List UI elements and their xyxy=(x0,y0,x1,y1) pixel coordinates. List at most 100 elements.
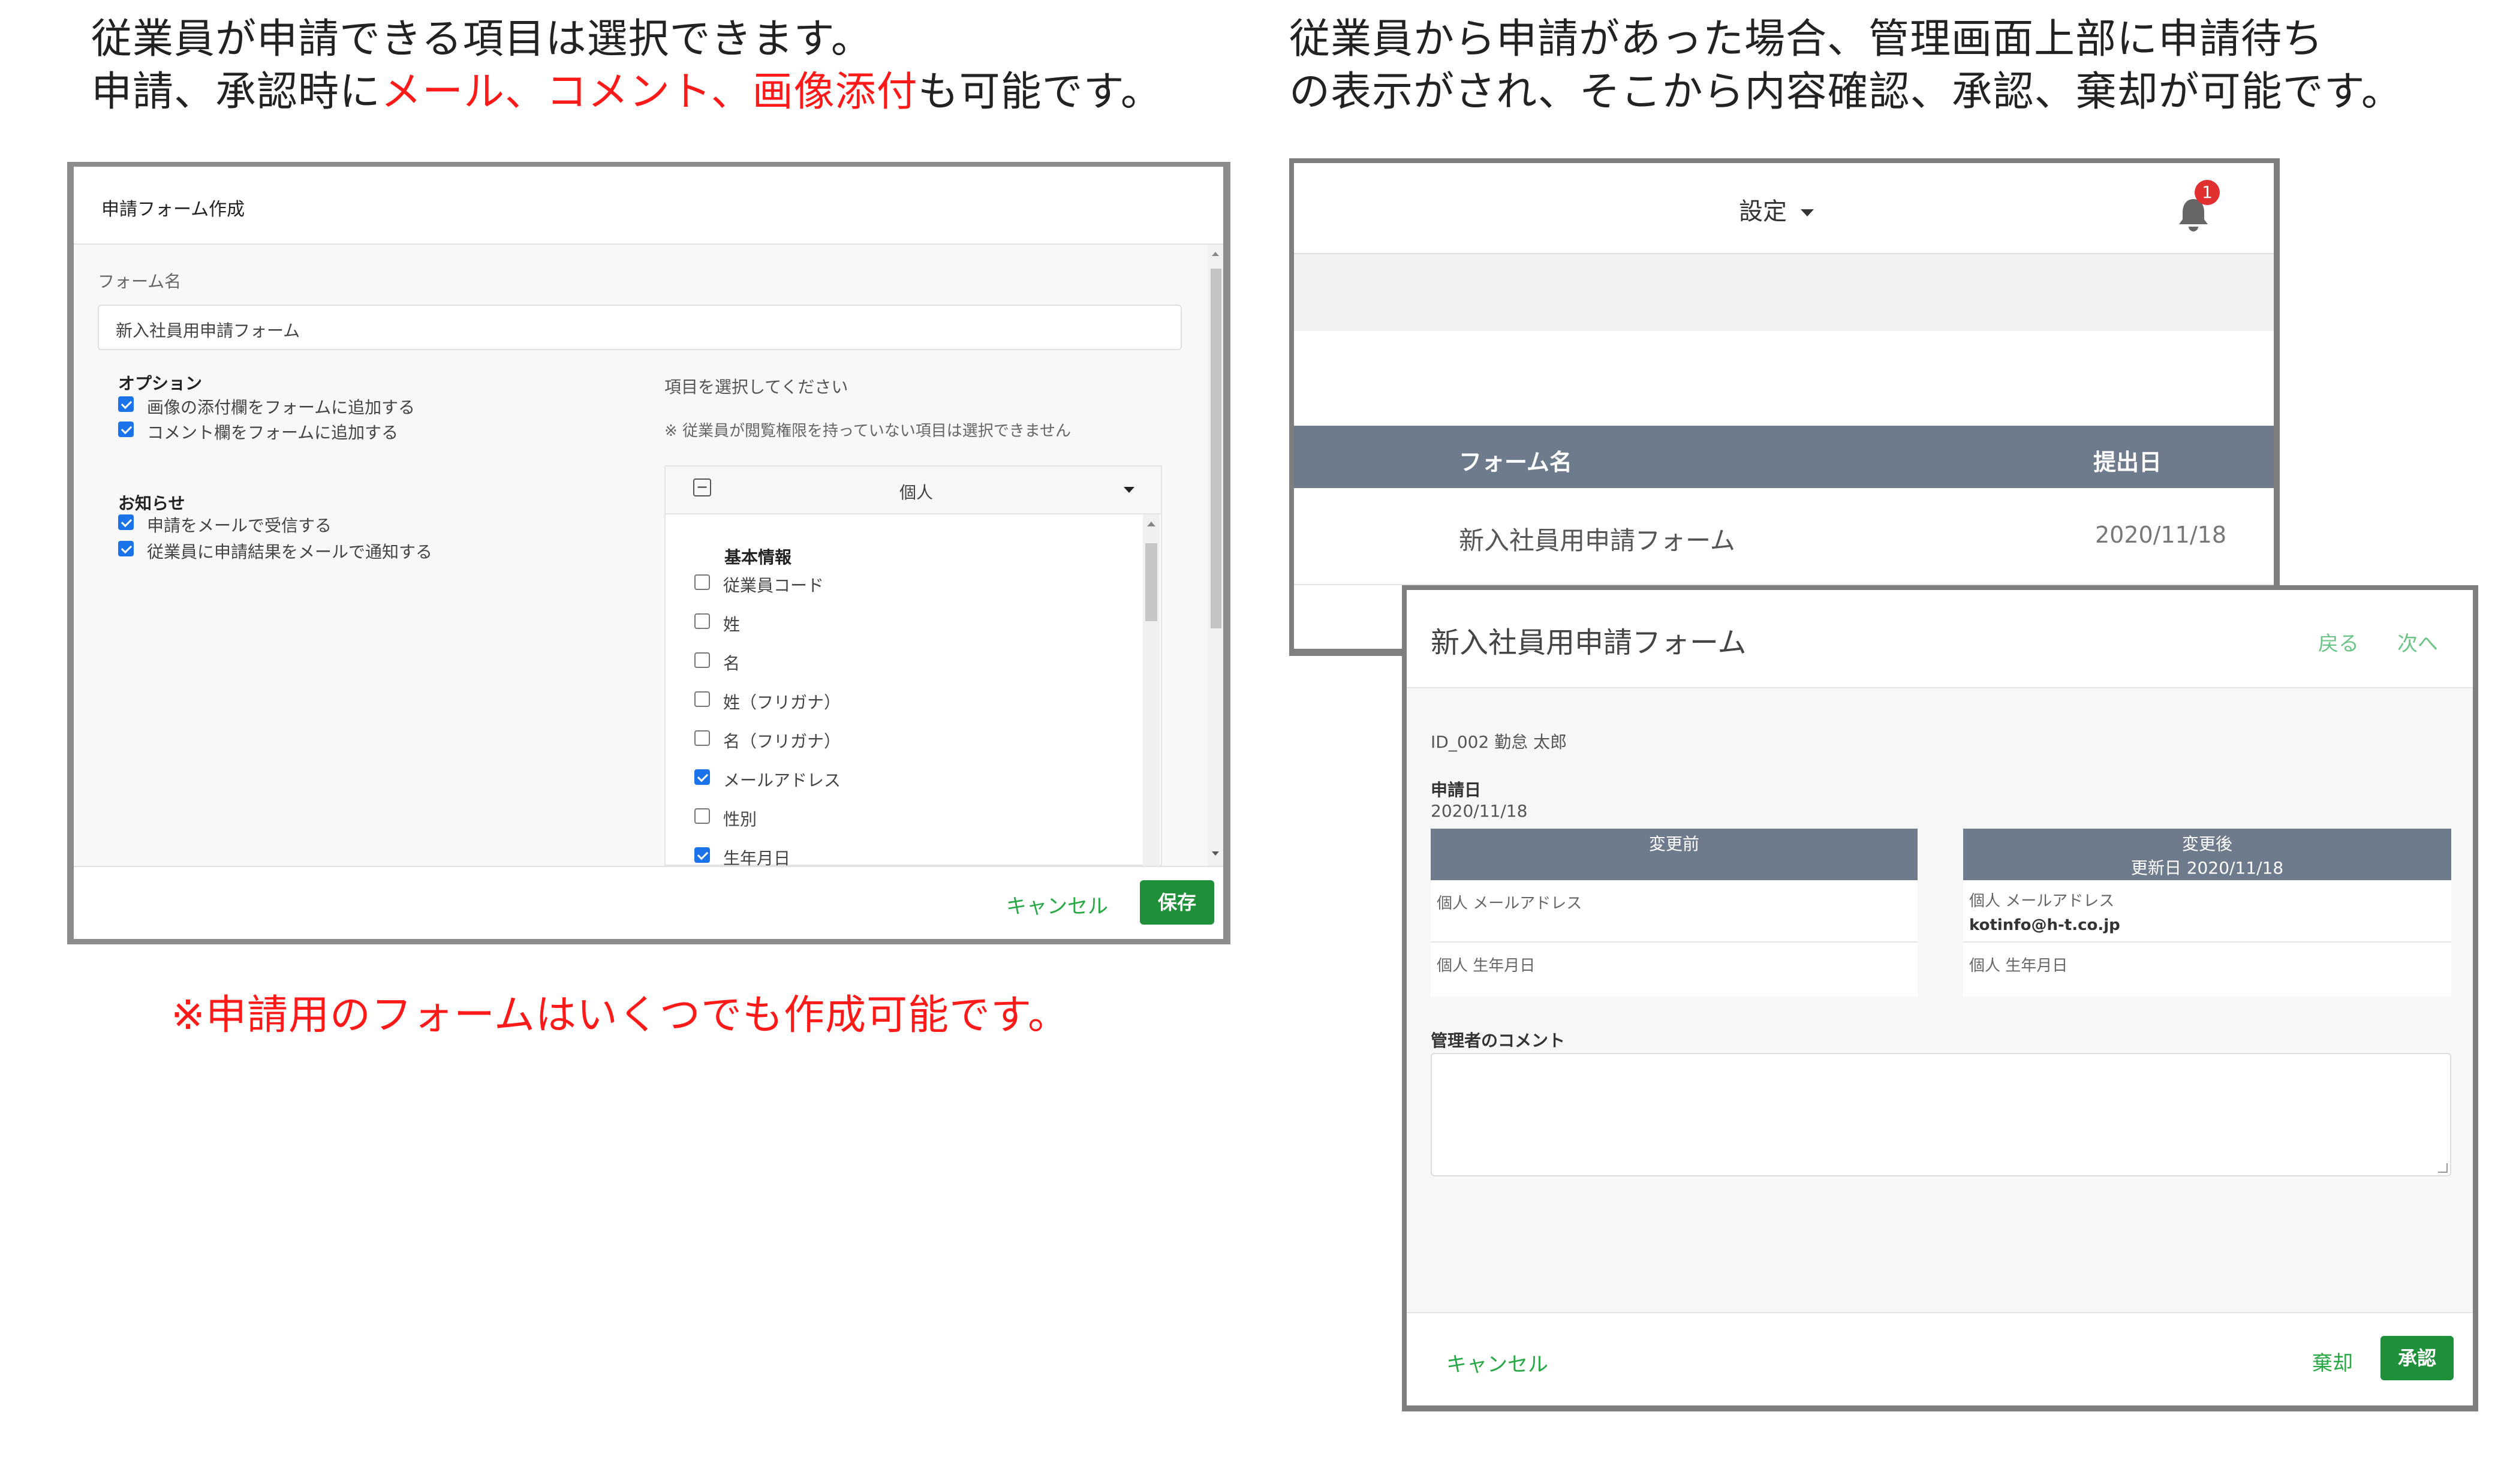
notification-badge: 1 xyxy=(2195,180,2220,205)
left-caption-part-a: 申請、承認時に xyxy=(91,68,381,116)
item-label: 名（フリガナ） xyxy=(723,732,841,751)
review-title: 新入社員用申請フォーム xyxy=(1431,626,1747,660)
review-body: ID_002 勤怠 太郎 申請日 2020/11/18 変更前 個人 メールアド… xyxy=(1407,688,2473,1312)
item-label: 生年月日 xyxy=(723,848,791,866)
item-label: 従業員コード xyxy=(723,576,824,595)
item-checkbox[interactable] xyxy=(694,652,710,668)
notice-heading: お知らせ xyxy=(118,493,185,513)
reject-button[interactable]: 棄却 xyxy=(2312,1347,2353,1376)
modal-footer: キャンセル 保存 xyxy=(74,866,1223,939)
left-caption-part-b: も可能です。 xyxy=(917,68,1162,116)
col-submitted-date: 提出日 xyxy=(2093,449,2162,475)
after-header: 変更後 更新日 2020/11/18 xyxy=(1963,829,2451,880)
before-header: 変更前 xyxy=(1431,829,1918,880)
right-caption-line1: 従業員から申請があった場合、管理画面上部に申請待ち xyxy=(1289,16,2324,63)
next-button[interactable]: 次へ xyxy=(2397,627,2438,657)
options-heading: オプション xyxy=(118,374,203,393)
resize-handle-icon[interactable] xyxy=(2438,1163,2448,1173)
review-header: 新入社員用申請フォーム 戻る 次へ xyxy=(1407,590,2473,688)
item-label: メールアドレス xyxy=(723,770,841,790)
review-cancel-button[interactable]: キャンセル xyxy=(1446,1348,1548,1377)
before-email-label: 個人 メールアドレス xyxy=(1437,895,1582,913)
after-email-value: kotinfo@h-t.co.jp xyxy=(1969,916,2120,934)
save-button[interactable]: 保存 xyxy=(1140,880,1214,925)
item-checkbox[interactable] xyxy=(694,613,710,629)
notice-mail-checkbox[interactable] xyxy=(118,514,134,530)
item-label: 性別 xyxy=(723,809,757,829)
outer-scrollbar[interactable] xyxy=(1208,245,1223,866)
item-label: 姓 xyxy=(723,615,741,634)
item-select-box: − 個人 基本情報 従業員コード姓名姓（フリガナ） 名（フリガナ） メールアドレス性… xyxy=(664,465,1162,866)
item-checkbox[interactable] xyxy=(694,769,710,785)
form-name-label: フォーム名 xyxy=(98,272,182,291)
after-divider xyxy=(1963,941,2451,943)
chevron-down-icon[interactable] xyxy=(1124,487,1134,493)
outer-scroll-thumb[interactable] xyxy=(1211,269,1221,628)
notice-result-checkbox[interactable] xyxy=(118,541,134,556)
admin-list-screenshot: 設定 1 フォーム名 提出日 新入社員用申請フォーム 2020/11/18 xyxy=(1289,158,2280,656)
option-comment-checkbox[interactable] xyxy=(118,422,134,437)
after-birth-label: 個人 生年月日 xyxy=(1969,957,2068,975)
after-updated: 更新日 2020/11/18 xyxy=(2130,858,2284,878)
right-caption-line2: の表示がされ、そこから内容確認、承認、棄却が可能です。 xyxy=(1289,68,2403,116)
section-name: 個人 xyxy=(899,483,934,502)
after-email-label: 個人 メールアドレス xyxy=(1969,892,2115,910)
option-comment-label: コメント欄をフォームに追加する xyxy=(147,423,399,443)
applicant-name: ID_002 勤怠 太郎 xyxy=(1431,732,1567,752)
option-image-label: 画像の添付欄をフォームに追加する xyxy=(147,398,416,417)
item-checkbox[interactable] xyxy=(694,574,710,590)
modal-body: フォーム名 新入社員用申請フォーム オプション 画像の添付欄をフォームに追加する… xyxy=(74,245,1223,866)
before-birth-label: 個人 生年月日 xyxy=(1437,957,1536,975)
item-checkbox[interactable] xyxy=(694,691,710,707)
item-checkbox[interactable] xyxy=(694,847,710,863)
collapse-icon[interactable]: − xyxy=(693,478,711,496)
modal-header: 申請フォーム作成 xyxy=(74,167,1223,245)
select-items-note: ※ 従業員が閲覧権限を持っていない項目は選択できません xyxy=(664,422,1071,440)
date-value: 2020/11/18 xyxy=(1431,801,1528,821)
left-caption-line1: 従業員が申請できる項目は選択できます。 xyxy=(91,16,872,63)
table-header: フォーム名 提出日 xyxy=(1294,426,2274,488)
after-card: 変更後 更新日 2020/11/18 個人 メールアドレス kotinfo@h-… xyxy=(1963,829,2451,997)
form-builder-modal: 申請フォーム作成 フォーム名 新入社員用申請フォーム オプション 画像の添付欄を… xyxy=(74,167,1223,939)
table-row[interactable]: 新入社員用申請フォーム 2020/11/18 xyxy=(1294,488,2274,585)
review-screenshot: 新入社員用申請フォーム 戻る 次へ ID_002 勤怠 太郎 申請日 2020/… xyxy=(1402,585,2478,1411)
select-items-label: 項目を選択してください xyxy=(664,377,848,397)
inner-scroll-thumb[interactable] xyxy=(1145,543,1157,621)
settings-menu[interactable]: 設定 xyxy=(1739,192,1814,227)
comment-label: 管理者のコメント xyxy=(1431,1031,1566,1050)
row-form-name: 新入社員用申請フォーム xyxy=(1459,526,1735,555)
before-title: 変更前 xyxy=(1648,834,1699,854)
settings-label: 設定 xyxy=(1739,198,1787,225)
scroll-up-icon[interactable] xyxy=(1147,522,1155,526)
admin-comment-textarea[interactable] xyxy=(1431,1053,2451,1176)
admin-list-page: 設定 1 フォーム名 提出日 新入社員用申請フォーム 2020/11/18 xyxy=(1294,163,2274,649)
row-submitted-date: 2020/11/18 xyxy=(2095,522,2227,548)
items-list: 従業員コード姓名姓（フリガナ） 名（フリガナ） メールアドレス 性別生年月日 xyxy=(666,562,1161,866)
review-footer: キャンセル 棄却 承認 xyxy=(1407,1312,2473,1405)
gray-band xyxy=(1294,254,2274,331)
option-image-checkbox[interactable] xyxy=(118,396,134,412)
section-header[interactable]: − 個人 xyxy=(666,466,1161,514)
after-title: 変更後 xyxy=(2181,834,2232,854)
item-checkbox[interactable] xyxy=(694,808,710,824)
notice-mail-label: 申請をメールで受信する xyxy=(147,516,332,535)
outer-scroll-down-icon[interactable] xyxy=(1212,851,1219,856)
top-bar: 設定 1 xyxy=(1294,163,2274,254)
item-label: 姓（フリガナ） xyxy=(723,693,841,712)
left-caption-line2: 申請、承認時にメール、コメント、画像添付も可能です。 xyxy=(91,65,1162,120)
left-caption-highlight: メール、コメント、画像添付 xyxy=(381,68,918,116)
inner-scrollbar[interactable] xyxy=(1143,514,1160,866)
approve-button[interactable]: 承認 xyxy=(2380,1336,2454,1380)
before-divider xyxy=(1431,941,1918,943)
caret-down-icon xyxy=(1800,209,1814,216)
review-modal: 新入社員用申請フォーム 戻る 次へ ID_002 勤怠 太郎 申請日 2020/… xyxy=(1407,590,2473,1405)
item-label: 名 xyxy=(723,654,741,673)
date-label: 申請日 xyxy=(1431,780,1482,800)
cancel-button[interactable]: キャンセル xyxy=(1006,890,1108,919)
back-button[interactable]: 戻る xyxy=(2318,627,2359,657)
form-name-value: 新入社員用申請フォーム xyxy=(116,321,300,341)
form-name-input[interactable]: 新入社員用申請フォーム xyxy=(98,305,1182,350)
before-card: 変更前 個人 メールアドレス 個人 生年月日 xyxy=(1431,829,1918,997)
outer-scroll-up-icon[interactable] xyxy=(1212,252,1219,256)
item-checkbox[interactable] xyxy=(694,730,710,746)
